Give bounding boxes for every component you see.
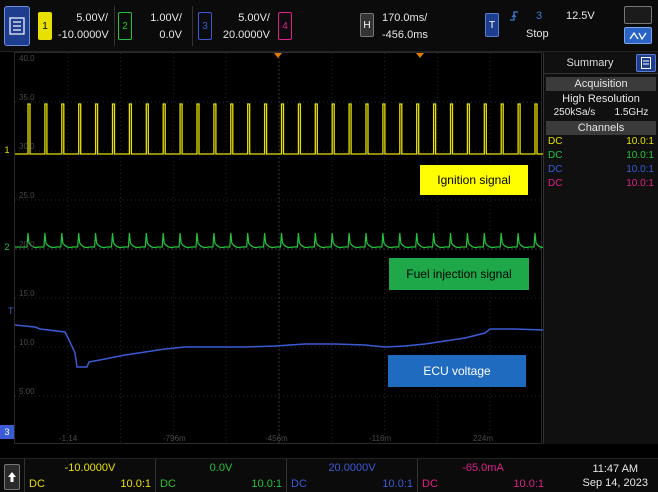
channel-3-settings[interactable]: 5.00V/ 20.0000V (220, 10, 270, 44)
x-axis-label: 224m (473, 434, 494, 443)
top-status-bar: 1 5.00V/ -10.0000V 2 1.00V/ 0.0V 3 5.00V… (0, 0, 658, 52)
horizontal-button[interactable]: H (360, 13, 374, 37)
channel-coupling: DC (548, 150, 563, 161)
trigger-button[interactable]: T (485, 13, 499, 37)
channel-coupling: DC (548, 136, 563, 147)
channel-3-scale: 5.00V/ (238, 12, 270, 24)
channel-3-offset: 20.0000V (328, 462, 376, 474)
trigger-source: 3 (536, 10, 543, 22)
channel-2-offset: 0.0V (209, 462, 233, 474)
tab-summary[interactable]: Summary (544, 57, 636, 69)
channel-4-offset: -65.0mA (462, 462, 504, 474)
channel-1-button[interactable]: 1 (38, 12, 52, 40)
channel-3-probe: 10.0:1 (382, 478, 413, 490)
channel-1-coupling: DC (29, 478, 45, 490)
x-axis-label: -796m (163, 434, 186, 443)
y-axis-label: 30.0 (19, 142, 35, 151)
channel-2-probe: 10.0:1 (251, 478, 282, 490)
channel-probe: 10.0:1 (626, 164, 654, 175)
channel-2-settings[interactable]: 1.00V/ 0.0V (140, 10, 182, 44)
trigger-level[interactable]: 12.5V (566, 10, 595, 22)
delay-marker (416, 53, 424, 58)
channel-3-button[interactable]: 3 (198, 12, 212, 40)
channel-probe: 10.0:1 (626, 150, 654, 161)
channel-1-summary: DC 10.0:1 (544, 135, 658, 149)
channel-4-coupling: DC (422, 478, 438, 490)
y-axis-label: 5.00 (19, 387, 35, 396)
screen-layout-icon[interactable] (624, 6, 652, 24)
channel-1-settings[interactable]: 5.00V/ -10.0000V (58, 10, 109, 44)
channel-2-offset-box[interactable]: 0.0V DC 10.0:1 (155, 459, 286, 492)
trigger-position-marker (274, 53, 282, 58)
y-axis-label: 35.0 (19, 93, 35, 102)
ecu-voltage-label: ECU voltage (388, 355, 526, 387)
date-time: 11:47 AM Sep 14, 2023 (583, 462, 648, 490)
fuel-injection-signal-label: Fuel injection signal (389, 258, 529, 290)
timebase-value: 170.0ms/ (382, 12, 428, 24)
channel-4-button[interactable]: 4 (278, 12, 292, 40)
divider (192, 6, 193, 46)
channel-2-scale: 1.00V/ (150, 12, 182, 24)
panel-tab-bar: Summary (544, 52, 658, 74)
acquisition-rates: 250kSa/s 1.5GHz (544, 107, 658, 118)
channel-2-button[interactable]: 2 (118, 12, 132, 40)
run-status: Stop (526, 28, 549, 40)
arrow-up-icon (8, 472, 16, 482)
channel-3-offset-box[interactable]: 20.0000V DC 10.0:1 (286, 459, 417, 492)
bandwidth: 1.5GHz (614, 107, 649, 118)
divider (114, 6, 115, 46)
expand-up-button[interactable] (4, 464, 20, 490)
y-axis-label: 25.0 (19, 191, 35, 200)
ignition-signal-label: Ignition signal (420, 165, 528, 195)
channel-1-ground-marker[interactable]: 1 (0, 143, 14, 157)
channel-2-ground-marker[interactable]: 2 (0, 240, 14, 254)
sample-rate: 250kSa/s (553, 107, 596, 118)
y-axis-label: 20.0 (19, 240, 35, 249)
channel-3-ground-marker[interactable]: 3 (0, 425, 14, 439)
y-axis-label: 40.0 (19, 54, 35, 63)
channel-probe: 10.0:1 (626, 136, 654, 147)
horizontal-delay-value: -456.0ms (382, 29, 428, 41)
y-axis-label: 10.0 (19, 338, 35, 347)
acquisition-mode: High Resolution (562, 93, 640, 105)
channel-coupling: DC (548, 164, 563, 175)
display-controls (624, 6, 654, 46)
clock-date: Sep 14, 2023 (582, 477, 648, 489)
channel-4-offset-box[interactable]: -65.0mA DC 10.0:1 (417, 459, 548, 492)
channel-probe: 10.0:1 (626, 178, 654, 189)
channels-header: Channels (546, 121, 656, 135)
summary-panel: Summary Acquisition High Resolution 250k… (543, 52, 658, 444)
acquisition-header: Acquisition (546, 77, 656, 91)
clock-time: 11:47 AM (592, 463, 639, 475)
x-axis-label: -116m (369, 434, 392, 443)
horizontal-settings[interactable]: 170.0ms/ -456.0ms (382, 10, 440, 44)
x-axis-label: -1.14 (59, 434, 78, 443)
menu-list-icon (9, 17, 25, 35)
auto-scale-button[interactable] (624, 27, 652, 44)
channel-1-scale: 5.00V/ (76, 12, 108, 24)
channel-1-offset-box[interactable]: -10.0000V DC 10.0:1 (24, 459, 155, 492)
channel-coupling: DC (548, 178, 563, 189)
x-axis-label: -456m (265, 434, 288, 443)
channel-3-coupling: DC (291, 478, 307, 490)
channel-1-offset: -10.0000V (64, 462, 116, 474)
trigger-level-marker[interactable]: T (8, 306, 16, 316)
rising-edge-icon (508, 9, 522, 23)
channel-3-offset: 20.0000V (222, 29, 270, 41)
channel-2-summary: DC 10.0:1 (544, 149, 658, 163)
waveform-display[interactable]: 40.0 35.0 30.0 25.0 20.0 15.0 10.0 5.00 … (14, 52, 543, 445)
channel-4-probe: 10.0:1 (513, 478, 544, 490)
bottom-status-bar: -10.0000V DC 10.0:1 0.0V DC 10.0:1 20.00… (0, 458, 658, 492)
panel-menu-icon[interactable] (636, 53, 656, 72)
channel-1-probe: 10.0:1 (120, 478, 151, 490)
y-axis-label: 15.0 (19, 289, 35, 298)
channel-2-coupling: DC (160, 478, 176, 490)
main-menu-button[interactable] (4, 6, 30, 46)
channel-3-summary: DC 10.0:1 (544, 163, 658, 177)
channel-2-offset: 0.0V (159, 29, 182, 41)
auto-scale-icon (629, 31, 647, 40)
channel-4-summary: DC 10.0:1 (544, 177, 658, 191)
channel-1-offset: -10.0000V (58, 29, 109, 41)
